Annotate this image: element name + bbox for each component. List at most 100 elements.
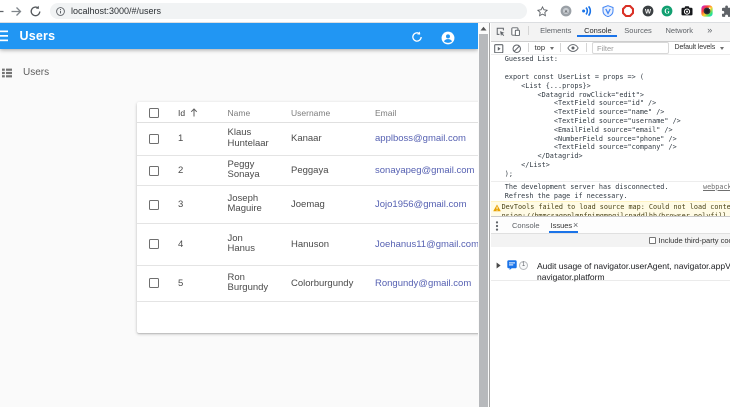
adblock-letter: A	[564, 9, 567, 14]
cell-id: 3	[178, 198, 184, 210]
warning-line: DevTools failed to load source map: Coul…	[501, 202, 730, 211]
levels-caret-icon	[720, 46, 724, 50]
tab-overflow-chevron[interactable]: »	[707, 23, 712, 38]
sidebar-item-label: Users	[23, 67, 50, 78]
eye-icon[interactable]	[566, 44, 579, 53]
email-link[interactable]: applboss@gmail.com	[375, 133, 466, 144]
extension-green-g-icon[interactable]: G	[661, 5, 673, 17]
bookmark-star-icon[interactable]	[536, 5, 549, 18]
extension-shield-icon[interactable]	[602, 5, 614, 17]
cell-id: 2	[178, 164, 184, 176]
extension-camera-icon[interactable]	[681, 5, 693, 17]
tab-sources[interactable]: Sources	[624, 23, 652, 38]
include-third-party-checkbox[interactable]	[648, 237, 656, 245]
row-checkbox[interactable]	[148, 278, 159, 288]
console-toolbar: top Default levels	[491, 41, 730, 55]
table-row[interactable]: 5 Ron Burgundy Colorburgundy Rongundy@gm…	[137, 266, 478, 302]
cell-name: Ron Burgundy	[227, 271, 269, 293]
select-all-checkbox[interactable]	[148, 107, 159, 118]
row-checkbox[interactable]	[148, 134, 159, 144]
refresh-icon[interactable]	[411, 31, 423, 43]
issue-title-line2: navigator.platform	[537, 271, 605, 282]
column-header-username[interactable]: Username	[291, 102, 330, 123]
devtools-panel: Elements Console Sources Network » top F…	[489, 23, 730, 407]
tab-network[interactable]: Network	[666, 23, 694, 38]
include-third-party-label: Include third-party cookie issues	[658, 236, 730, 246]
source-link[interactable]: webpackHotDevClient.js	[703, 183, 730, 192]
cell-email: Jojo1956@gmail.com	[375, 186, 467, 223]
cell-username: Colorburgundy	[291, 277, 354, 289]
reload-icon[interactable]	[29, 5, 42, 18]
screen: localhost:3000/#/users A W G Users Users…	[0, 0, 730, 407]
user-avatar-icon[interactable]	[441, 31, 455, 45]
console-sidebar-icon[interactable]	[494, 43, 504, 54]
extensions-puzzle-icon[interactable]	[721, 5, 730, 18]
devtools-tabbar: Elements Console Sources Network »	[491, 23, 730, 42]
drawer-tab-console[interactable]: Console	[512, 217, 540, 234]
issue-row[interactable]: 1 Audit usage of navigator.userAgent, na…	[491, 246, 730, 282]
warning-icon	[492, 204, 501, 212]
console-line: </List>	[504, 160, 550, 169]
address-bar[interactable]: localhost:3000/#/users	[50, 3, 527, 19]
column-header-name[interactable]: Name	[228, 102, 251, 123]
table-row[interactable]: 3 Joseph Maguire Joemag Jojo1956@gmail.c…	[137, 186, 478, 224]
email-link[interactable]: Rongundy@gmail.com	[375, 278, 471, 289]
cell-username: Peggaya	[291, 164, 329, 176]
row-checkbox[interactable]	[148, 239, 159, 249]
table-row[interactable]: 2 Peggy Sonaya Peggaya sonayapeg@gmail.c…	[137, 156, 478, 186]
console-line: <TextField source="username" />	[504, 116, 681, 125]
extension-adblock-icon[interactable]: A	[560, 5, 572, 17]
tab-elements[interactable]: Elements	[540, 23, 571, 38]
view-list-icon	[2, 68, 12, 78]
info-message-line: Refresh the page if necessary.	[504, 191, 628, 200]
scrollbar-up-icon[interactable]	[478, 23, 489, 34]
console-line: <TextField source="id" />	[504, 99, 657, 108]
sort-asc-icon	[190, 108, 198, 117]
scrollbar-thumb[interactable]	[479, 34, 488, 407]
email-link[interactable]: Joehanus11@gmail.com	[375, 239, 478, 250]
back-icon[interactable]	[0, 5, 5, 18]
console-line: export const UserList = props => (	[504, 72, 644, 81]
cell-email: applboss@gmail.com	[375, 123, 466, 155]
console-line: <TextField source="name" />	[504, 108, 665, 117]
log-levels-selector[interactable]: Default levels	[675, 42, 716, 55]
menu-hamburger-icon[interactable]	[0, 30, 8, 42]
cell-username: Joemag	[291, 198, 325, 210]
email-link[interactable]: Jojo1956@gmail.com	[375, 199, 467, 210]
table-row[interactable]: 1 Klaus Huntelaar Kanaar applboss@gmail.…	[137, 123, 478, 156]
expand-issue-icon[interactable]	[496, 262, 501, 269]
extension-red-ring-icon[interactable]	[621, 5, 634, 17]
page-scrollbar[interactable]	[478, 23, 489, 407]
email-link[interactable]: sonayapeg@gmail.com	[375, 165, 474, 176]
cell-name: Klaus Huntelaar	[227, 127, 269, 149]
filter-input[interactable]	[592, 42, 669, 54]
more-options-icon[interactable]	[495, 220, 499, 231]
column-header-email[interactable]: Email	[375, 102, 396, 123]
extension-rainbow-camera-icon[interactable]	[700, 5, 713, 17]
devtools-drawer: Console Issues × Include third-party coo…	[491, 215, 730, 407]
console-line: <NumberField source="phone" />	[504, 134, 677, 143]
clear-console-icon[interactable]	[512, 44, 522, 54]
toolbar-divider	[527, 43, 529, 53]
table-row[interactable]: 4 Jon Hanus Hanuson Joehanus11@gmail.com	[137, 224, 478, 266]
console-line: );	[504, 169, 513, 178]
console-messages: Guessed List: export const UserList = pr…	[491, 54, 730, 202]
sidebar-item-users[interactable]: Users	[0, 60, 137, 86]
column-header-id[interactable]: Id	[178, 102, 198, 123]
extension-signal-icon[interactable]	[581, 5, 593, 17]
forward-icon[interactable]	[10, 5, 23, 18]
inspect-element-icon[interactable]	[496, 27, 505, 36]
cell-email: sonayapeg@gmail.com	[375, 156, 474, 186]
row-checkbox[interactable]	[148, 165, 159, 176]
app-bar: Users	[0, 23, 478, 49]
device-toolbar-icon[interactable]	[511, 26, 520, 36]
site-info-icon[interactable]	[56, 6, 65, 16]
extension-w-circle-icon[interactable]: W	[642, 5, 654, 17]
toolbar-divider	[528, 26, 529, 35]
row-checkbox[interactable]	[148, 199, 159, 210]
cell-name: Peggy Sonaya	[227, 158, 260, 181]
issue-message-icon	[507, 259, 517, 270]
url-text[interactable]: localhost:3000/#/users	[71, 3, 161, 19]
info-message-line: The development server has disconnected.	[504, 182, 669, 191]
context-selector[interactable]: top	[535, 42, 545, 55]
